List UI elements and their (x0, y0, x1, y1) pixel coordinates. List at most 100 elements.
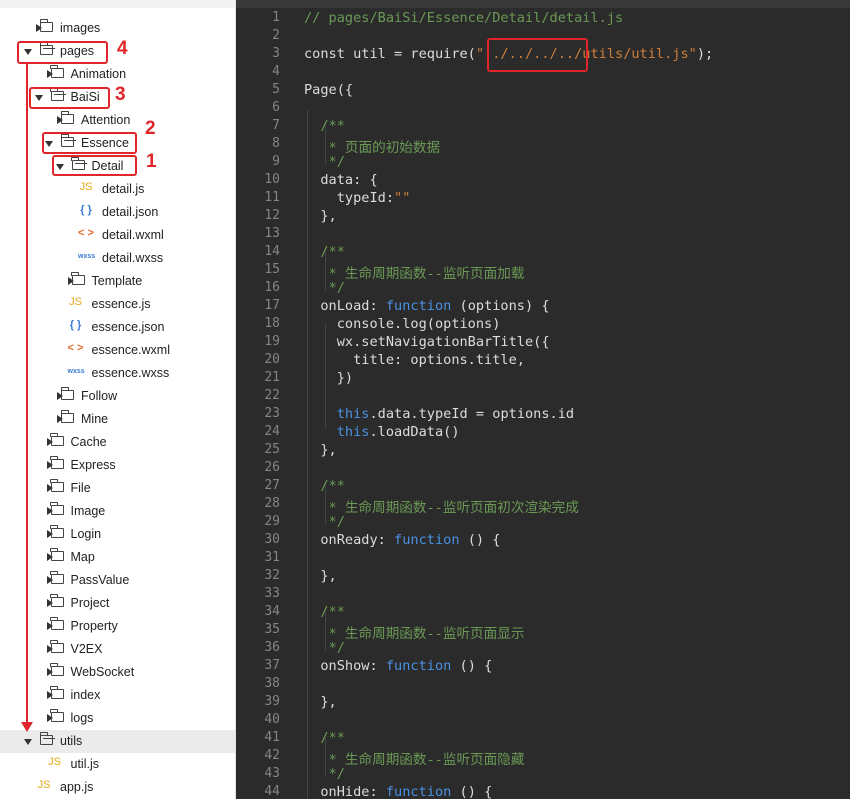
tree-item-essence-wxss[interactable]: wxss essence.wxss (0, 362, 235, 385)
annotation-box (42, 132, 137, 154)
code-line[interactable]: data: { (304, 172, 377, 188)
code-line[interactable]: }, (304, 208, 336, 224)
code-token: ); (696, 46, 714, 62)
code-line[interactable]: }, (304, 694, 336, 710)
code-line[interactable]: console.log(options) (304, 316, 501, 332)
tree-item-detail-wxss[interactable]: wxss detail.wxss (0, 247, 235, 270)
tree-item-label: essence.js (91, 297, 151, 311)
code-line[interactable]: onLoad: function (options) { (304, 298, 549, 314)
code-line[interactable]: * 生命周期函数--监听页面隐藏 (304, 748, 525, 768)
code-token: onReady: (304, 532, 395, 548)
tree-item-attention[interactable]: Attention (0, 109, 235, 132)
line-number: 8 (272, 136, 280, 151)
folder-icon (50, 571, 64, 584)
tree-item-label: PassValue (70, 573, 130, 587)
js-file-icon: JS (69, 296, 82, 308)
line-number: 40 (264, 712, 280, 727)
line-number: 9 (272, 154, 280, 169)
tree-item-login[interactable]: Login (0, 523, 235, 546)
tree-item-express[interactable]: Express (0, 454, 235, 477)
tree-item-images[interactable]: images (0, 17, 235, 40)
code-line[interactable]: onShow: function () { (304, 658, 492, 674)
tree-item-index[interactable]: index (0, 684, 235, 707)
tree-item-essence-wxml[interactable]: < > essence.wxml (0, 339, 235, 362)
tree-item-mine[interactable]: Mine (0, 408, 235, 431)
code-line[interactable]: title: options.title, (304, 352, 525, 368)
code-line[interactable]: }, (304, 568, 336, 584)
annotation-number: 2 (145, 118, 156, 139)
code-editor[interactable]: 1 2 3 4 5 6 7 8 9 10 11 12 13 14 15 16 17 18 19 20 21 22 23 24 2… (236, 0, 850, 799)
tree-item-detail-wxml[interactable]: < > detail.wxml (0, 224, 235, 247)
tree-item-image[interactable]: Image (0, 500, 235, 523)
tree-item-passvalue[interactable]: PassValue (0, 569, 235, 592)
line-number: 43 (264, 766, 280, 781)
code-line[interactable]: * 生命周期函数--监听页面显示 (304, 622, 525, 642)
tree-item-project[interactable]: Project (0, 592, 235, 615)
folder-icon (50, 548, 64, 561)
chevron-down-icon[interactable] (24, 739, 32, 745)
tree-item-label: Project (70, 596, 110, 610)
line-number: 42 (264, 748, 280, 763)
code-line[interactable]: * 生命周期函数--监听页面加载 (304, 262, 525, 282)
tree-item-label: Template (91, 274, 143, 288)
code-line[interactable]: this.data.typeId = options.id (304, 406, 574, 422)
tree-item-follow[interactable]: Follow (0, 385, 235, 408)
tree-item-file[interactable]: File (0, 477, 235, 500)
file-tree-sidebar: images pages Animation BaiSi Attention Essenc… (0, 0, 236, 799)
code-line[interactable]: }) (304, 370, 353, 386)
code-token: }) (304, 370, 354, 386)
folder-icon (39, 19, 53, 32)
code-line[interactable]: typeId:"" (304, 190, 411, 206)
code-line[interactable]: * 生命周期函数--监听页面初次渲染完成 (304, 496, 579, 516)
tree-item-essence-js[interactable]: JS essence.js (0, 293, 235, 316)
tree-item-animation[interactable]: Animation (0, 63, 235, 86)
tree-item-app-js[interactable]: JS app.js (0, 776, 235, 799)
line-number: 23 (264, 406, 280, 421)
code-token: () { (451, 658, 493, 674)
code-line[interactable]: onReady: function () { (304, 532, 500, 548)
tree-item-essence-json[interactable]: { } essence.json (0, 316, 235, 339)
line-number: 37 (264, 658, 280, 673)
code-line[interactable]: }, (304, 442, 336, 458)
tree-item-template[interactable]: Template (0, 270, 235, 293)
code-token: "" (394, 190, 411, 206)
code-line[interactable]: Page({ (304, 82, 353, 98)
folder-icon (50, 709, 64, 722)
folder-icon (71, 272, 85, 285)
line-number: 19 (264, 334, 280, 349)
line-number: 17 (264, 298, 280, 313)
tree-item-label: detail.wxss (102, 251, 164, 265)
code-token: wx.setNavigationBarTitle({ (304, 334, 550, 350)
tree-item-v2ex[interactable]: V2EX (0, 638, 235, 661)
tree-item-label: index (70, 688, 101, 702)
line-number: 26 (264, 460, 280, 475)
folder-icon (50, 525, 64, 538)
sidebar-top-strip (0, 0, 235, 8)
tree-item-cache[interactable]: Cache (0, 431, 235, 454)
tree-item-websocket[interactable]: WebSocket (0, 661, 235, 684)
annotation-number: 3 (115, 84, 126, 105)
wxml-file-icon: < > (78, 227, 94, 239)
code-token: // pages/BaiSi/Essence/Detail/detail.js (304, 10, 624, 26)
line-number: 22 (264, 388, 280, 403)
tree-item-utils[interactable]: utils (0, 730, 235, 753)
code-token: this (336, 406, 370, 422)
tree-item-logs[interactable]: logs (0, 707, 235, 730)
code-line[interactable]: // pages/BaiSi/Essence/Detail/detail.js (304, 10, 623, 26)
tree-item-util-js[interactable]: JS util.js (0, 753, 235, 776)
tree-item-label: detail.json (102, 205, 159, 219)
folder-icon (50, 686, 64, 699)
code-token: .data.typeId = options.id (369, 406, 575, 422)
code-line[interactable]: this.loadData() (304, 424, 460, 440)
code-token: console.log(options) (304, 316, 501, 332)
tree-item-detail-json[interactable]: { } detail.json (0, 201, 235, 224)
folder-icon (50, 456, 64, 469)
path-highlight-box (487, 38, 588, 72)
editor-tab-strip (236, 0, 850, 8)
code-line[interactable]: onHide: function () { (304, 784, 492, 799)
tree-item-property[interactable]: Property (0, 615, 235, 638)
code-line[interactable]: wx.setNavigationBarTitle({ (304, 334, 550, 350)
tree-item-map[interactable]: Map (0, 546, 235, 569)
tree-item-detail-js[interactable]: JS detail.js (0, 178, 235, 201)
line-number: 12 (264, 208, 280, 223)
